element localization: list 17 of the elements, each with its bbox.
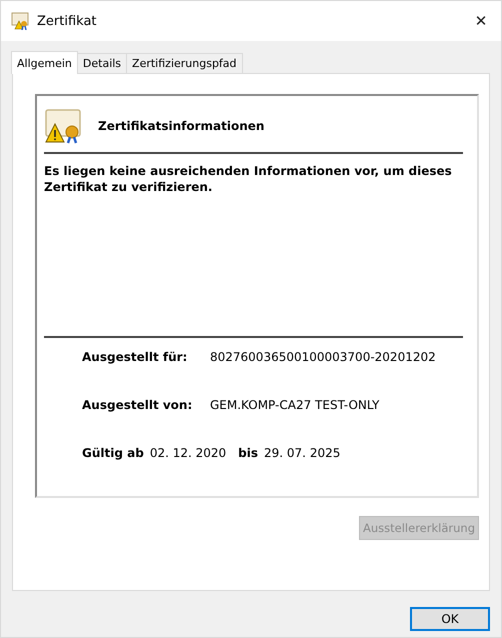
field-value: GEM.KOMP-CA27 TEST-ONLY: [210, 398, 380, 412]
info-message: Es liegen keine ausreichenden Informationen vor, um dieses Zertifikat zu verifizieren.: [44, 164, 453, 196]
valid-to-date: 29. 07. 2025: [264, 446, 340, 460]
window-title: Zertifikat: [37, 14, 97, 28]
valid-from-date: 02. 12. 2020: [150, 446, 226, 460]
valid-from-label: Gültig ab: [82, 446, 144, 460]
tab[interactable]: Zertifizierungspfad: [126, 53, 243, 73]
field-label: Ausgestellt für:: [82, 350, 188, 364]
close-button[interactable]: ✕: [461, 1, 501, 41]
tab[interactable]: Allgemein: [11, 51, 78, 74]
field-label: Ausgestellt von:: [82, 398, 194, 412]
ok-button[interactable]: OK: [410, 607, 490, 631]
certificate-icon: [11, 12, 29, 30]
field-value: 802760036500100003700-20201202: [210, 350, 436, 364]
info-heading: Zertifikatsinformationen: [98, 119, 264, 133]
valid-to-label: bis: [238, 446, 258, 460]
certificate-warning-icon: [44, 108, 84, 144]
